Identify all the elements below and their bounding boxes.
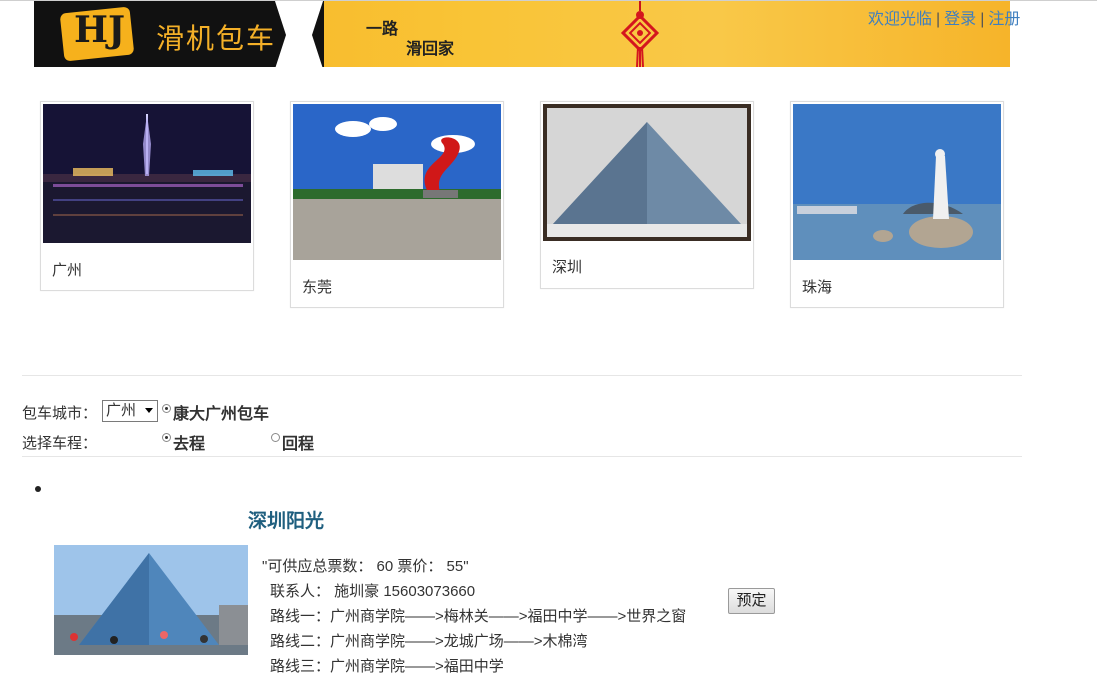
trip-return-label: 回程 <box>282 436 315 453</box>
separator: | <box>936 11 941 28</box>
brand-name: 滑机包车 <box>156 22 277 55</box>
route-photo <box>54 545 248 655</box>
trip-return-radio[interactable] <box>271 433 280 442</box>
list-bullet <box>35 486 41 492</box>
city-card-guangzhou[interactable]: 广州 <box>40 101 254 291</box>
trip-go-radio[interactable] <box>162 433 171 442</box>
city-label: 包车城市： <box>22 405 98 422</box>
header-banner: HJ 滑机包车 一路 滑回家 <box>34 1 1010 67</box>
chevron-down-icon <box>145 408 153 413</box>
city-photo[interactable] <box>43 104 251 243</box>
city-name[interactable]: 深圳 <box>552 256 582 277</box>
city-name[interactable]: 珠海 <box>802 276 832 297</box>
route-line-1: 路线一：广州商学院——>梅林关——>福田中学——>世界之窗 <box>270 608 687 625</box>
login-link[interactable]: 登录 <box>944 11 976 28</box>
trip-label: 选择车程： <box>22 435 98 452</box>
register-link[interactable]: 注册 <box>988 11 1020 28</box>
route-line-2: 路线二：广州商学院——>龙城广场——>木棉湾 <box>270 633 588 650</box>
city-name[interactable]: 东莞 <box>302 276 332 297</box>
city-photo[interactable] <box>293 104 501 260</box>
book-button[interactable]: 预定 <box>728 588 775 614</box>
city-photo[interactable] <box>543 104 751 241</box>
chinese-knot-icon <box>620 1 660 67</box>
city-photo[interactable] <box>793 104 1001 260</box>
company-radio[interactable] <box>162 404 171 413</box>
tickets-info: "可供应总票数： 60 票价： 55" <box>262 558 469 575</box>
city-card-dongguan[interactable]: 东莞 <box>290 101 504 308</box>
city-select[interactable]: 广州 <box>102 400 158 422</box>
city-name[interactable]: 广州 <box>52 259 82 280</box>
divider <box>22 456 1022 457</box>
welcome-link[interactable]: 欢迎光临 <box>868 11 932 28</box>
city-card-zhuhai[interactable]: 珠海 <box>790 101 1004 308</box>
separator: | <box>980 11 985 28</box>
trip-go-label: 去程 <box>173 436 206 453</box>
logo-icon: HJ <box>74 9 126 51</box>
slogan-line1: 一路 <box>366 19 399 38</box>
user-links: 欢迎光临 | 登录 | 注册 <box>868 5 1020 29</box>
city-select-value: 广州 <box>106 402 137 419</box>
city-card-shenzhen[interactable]: 深圳 <box>540 101 754 289</box>
route-title[interactable]: 深圳阳光 <box>248 506 324 533</box>
divider <box>22 375 1022 376</box>
contact-info: 联系人： 施圳豪 15603073660 <box>270 583 476 600</box>
slogan-line2: 滑回家 <box>406 39 455 58</box>
company-name: 康大广州包车 <box>173 406 270 423</box>
route-line-3: 路线三：广州商学院——>福田中学 <box>270 658 504 675</box>
